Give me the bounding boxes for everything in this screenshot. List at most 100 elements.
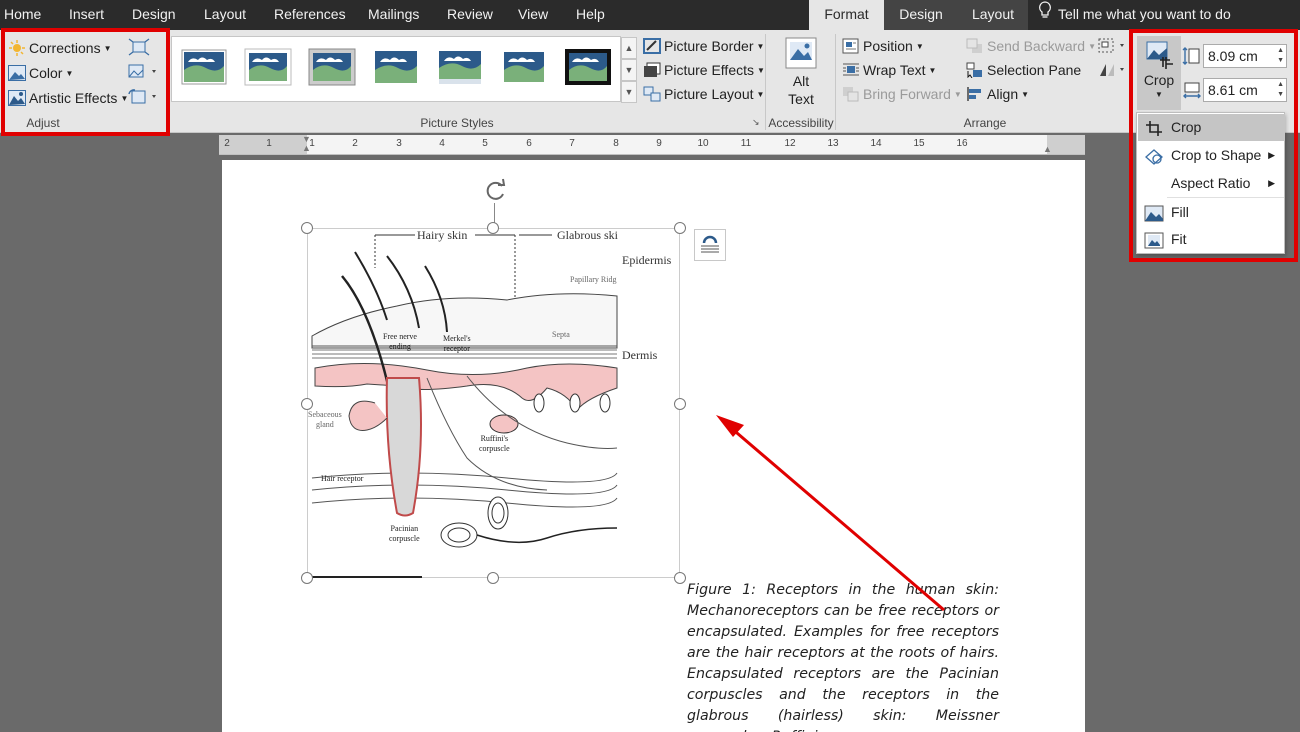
alt-text-label-2: Text [788,91,814,107]
artistic-effects-button[interactable]: Artistic Effects ▼ [8,87,128,109]
menu-item-aspect-ratio[interactable]: Aspect Ratio ▶ [1138,170,1285,197]
menu-item-fill-label: Fill [1171,204,1189,220]
bring-forward-button[interactable]: Bring Forward ▼ [842,83,962,105]
picture-border-icon [643,38,661,54]
ruler-number: 4 [439,138,445,149]
picture-style-7[interactable] [564,48,612,86]
position-label: Position [863,38,913,54]
tab-home[interactable]: Home [4,0,41,30]
change-picture-icon[interactable] [128,63,156,83]
picture-style-3[interactable] [308,48,356,86]
layout-options-icon[interactable] [694,229,726,261]
width-field[interactable]: 8.61 cm ▲ ▼ [1203,78,1287,102]
indent-marker[interactable]: ▼ ▲ [302,135,311,153]
menu-item-fill[interactable]: Fill [1138,199,1285,226]
ruler-number: 16 [956,138,968,149]
tab-help[interactable]: Help [576,0,605,30]
resize-handle[interactable] [674,572,686,584]
label-glabrous-skin: Glabrous ski [557,228,618,242]
rotate-icon[interactable] [1098,61,1124,81]
wrap-text-icon [842,62,860,78]
tab-mailings[interactable]: Mailings [368,0,419,30]
tab-table-layout[interactable]: Layout [958,0,1028,30]
align-button[interactable]: Align ▼ [966,83,1029,105]
selection-pane-icon [966,62,984,79]
wrap-text-button[interactable]: Wrap Text ▼ [842,59,936,81]
tab-format[interactable]: Format [809,0,884,30]
picture-effects-icon [643,62,661,78]
corrections-label: Corrections [29,40,101,56]
adjust-group-label: Adjust [26,116,60,130]
resize-handle[interactable] [674,222,686,234]
label-merkel-1: Merkel's [443,334,471,343]
picture-styles-dialog-launcher[interactable]: ↘ [752,117,760,128]
selection-pane-button[interactable]: Selection Pane [966,59,1081,81]
ruler-number: 2 [224,138,230,149]
crop-dropdown-menu: Crop Crop to Shape ▶ Aspect Ratio ▶ Fill… [1136,112,1285,254]
arrange-group-label: Arrange [963,116,1007,130]
corrections-button[interactable]: Corrections ▼ [8,37,112,59]
height-spinner[interactable]: ▲ ▼ [1277,46,1284,66]
menu-item-fit[interactable]: Fit [1138,226,1285,253]
picture-effects-button[interactable]: Picture Effects ▼ [643,59,765,81]
picture-styles-gallery[interactable] [171,36,621,102]
ruler-number: 12 [784,138,796,149]
picture-style-5[interactable] [436,48,484,86]
picture-border-label: Picture Border [664,38,754,54]
horizontal-ruler[interactable]: 2 1 1 2 3 4 5 6 7 8 9 10 11 12 13 14 15 16 ▼ ▲ ▲ [219,135,1085,155]
tell-me-search[interactable]: Tell me what you want to do [1036,0,1231,30]
tab-table-design[interactable]: Design [884,0,958,30]
resize-handle[interactable] [487,572,499,584]
picture-style-1[interactable] [180,48,228,86]
ruler-number: 15 [913,138,925,149]
resize-handle[interactable] [674,398,686,410]
label-septa: Septa [552,330,570,339]
resize-handle[interactable] [487,222,499,234]
picture-style-6[interactable] [500,48,548,86]
crop-button[interactable]: Crop ▼ [1137,36,1181,110]
skin-receptors-image[interactable]: Hairy skin Glabrous ski Epidermis Dermis… [307,228,680,578]
label-merkel-2: receptor [443,344,470,353]
reset-picture-icon[interactable] [128,88,156,108]
tab-design[interactable]: Design [132,0,176,30]
right-indent-marker[interactable]: ▲ [1043,144,1052,154]
crop-icon [1137,36,1181,72]
tab-layout[interactable]: Layout [204,0,246,30]
gallery-scroll-down[interactable]: ▼ [621,59,637,81]
resize-handle[interactable] [301,222,313,234]
gallery-scroll-up[interactable]: ▲ [621,37,637,59]
picture-border-button[interactable]: Picture Border ▼ [643,35,764,57]
tab-view[interactable]: View [518,0,548,30]
group-icon[interactable] [1098,37,1124,57]
label-sebaceous-1: Sebaceous [308,410,342,419]
width-spinner[interactable]: ▲ ▼ [1277,80,1284,100]
artistic-effects-icon [8,90,26,106]
ruler-number: 14 [870,138,882,149]
tab-insert[interactable]: Insert [69,0,104,30]
figure-caption[interactable]: Figure 1: Receptors in the human skin: M… [687,580,999,732]
tab-references[interactable]: References [274,0,346,30]
height-field[interactable]: 8.09 cm ▲ ▼ [1203,44,1287,68]
gallery-more[interactable]: ▼ [621,81,637,103]
menu-item-crop[interactable]: Crop [1138,114,1285,141]
picture-style-4[interactable] [372,48,420,86]
compress-pictures-icon[interactable] [128,38,154,58]
label-ruffini-2: corpuscle [479,444,510,453]
picture-style-2[interactable] [244,48,292,86]
position-button[interactable]: Position ▼ [842,35,924,57]
width-icon [1182,80,1202,100]
rotate-handle-icon[interactable] [481,177,509,205]
send-backward-button[interactable]: Send Backward ▼ [966,35,1096,57]
fit-icon [1144,231,1164,249]
color-button[interactable]: Color ▼ [8,62,73,84]
tab-review[interactable]: Review [447,0,493,30]
ruler-number: 10 [697,138,709,149]
alt-text-button[interactable]: Alt Text [780,36,822,112]
resize-handle[interactable] [301,398,313,410]
resize-handle[interactable] [301,572,313,584]
submenu-arrow-icon: ▶ [1268,150,1275,160]
lightbulb-icon [1036,0,1054,28]
menu-item-crop-to-shape[interactable]: Crop to Shape ▶ [1138,142,1285,169]
picture-layout-button[interactable]: Picture Layout ▼ [643,83,764,105]
fill-icon [1144,204,1164,222]
